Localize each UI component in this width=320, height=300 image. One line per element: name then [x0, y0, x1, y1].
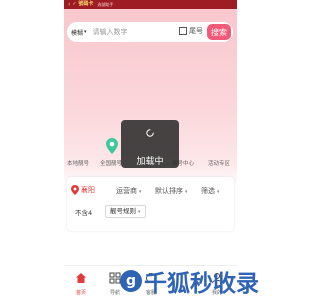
city-select[interactable]: 襄阳 — [71, 185, 95, 195]
top-status-bar: ‹ ✓ 號碼卡 选號助手 — [64, 0, 237, 9]
left-margin — [0, 0, 64, 300]
category-local[interactable]: 本地靓号 — [67, 159, 89, 167]
watermark-text: 千狐秒收录 — [144, 271, 259, 297]
watermark-logo: g — [120, 270, 142, 292]
chevron-down-icon: ▾ — [138, 209, 141, 215]
mobile-app: ‹ ✓ 號碼卡 选號助手 模糊 ▾ 请输入数字 尾号 搜索 本地靓号 全国靓号 … — [64, 0, 237, 300]
search-button[interactable]: 搜索 — [207, 24, 231, 40]
location-icon — [71, 185, 79, 195]
spinner-icon — [146, 129, 154, 137]
number-rule-label: 靓号规则 — [110, 207, 136, 215]
back-icon[interactable]: ‹ — [68, 0, 70, 9]
chevron-down-icon: ▾ — [185, 189, 188, 195]
nav-home-label: 首页 — [75, 290, 86, 296]
home-icon — [76, 273, 86, 283]
filter-label: 筛选 — [201, 187, 215, 195]
number-rule-dropdown[interactable]: 靓号规则 ▾ — [105, 205, 146, 218]
filter-panel: 襄阳 运营商 ▾ 默认排序 ▾ 筛选 ▾ 不含4 靓号规则 ▾ — [67, 177, 234, 231]
app-logo: ✓ 號碼卡 — [72, 1, 94, 7]
city-name: 襄阳 — [81, 186, 95, 194]
screen: ‹ ✓ 號碼卡 选號助手 模糊 ▾ 请输入数字 尾号 搜索 本地靓号 全国靓号 … — [0, 0, 300, 300]
search-bar: 模糊 ▾ 请输入数字 尾号 搜索 — [67, 22, 233, 42]
sort-label: 默认排序 — [155, 187, 183, 195]
app-name: 选號助手 — [97, 2, 114, 7]
loading-toast: 加载中 — [121, 120, 179, 168]
exclude-4-option[interactable]: 不含4 — [75, 207, 92, 217]
right-margin — [237, 0, 300, 300]
chevron-down-icon: ▾ — [217, 189, 220, 195]
sort-dropdown[interactable]: 默认排序 ▾ — [155, 186, 188, 196]
tail-number-checkbox[interactable] — [179, 27, 187, 35]
watermark: g 千狐秒收录 — [120, 264, 259, 298]
chevron-down-icon: ▾ — [84, 29, 87, 35]
category-national[interactable]: 全国靓号 — [100, 159, 122, 167]
search-mode-select[interactable]: 模糊 — [71, 28, 83, 37]
filter-dropdown[interactable]: 筛选 ▾ — [201, 186, 220, 196]
operator-dropdown[interactable]: 运营商 ▾ — [116, 186, 142, 196]
category-activity[interactable]: 活动专区 — [208, 159, 230, 167]
tail-number-label: 尾号 — [189, 27, 203, 35]
chevron-down-icon: ▾ — [139, 189, 142, 195]
loading-text: 加载中 — [136, 157, 164, 167]
nav-home[interactable]: 首页 — [64, 266, 98, 300]
search-input[interactable]: 请输入数字 — [93, 27, 128, 37]
operator-label: 运营商 — [116, 187, 137, 195]
